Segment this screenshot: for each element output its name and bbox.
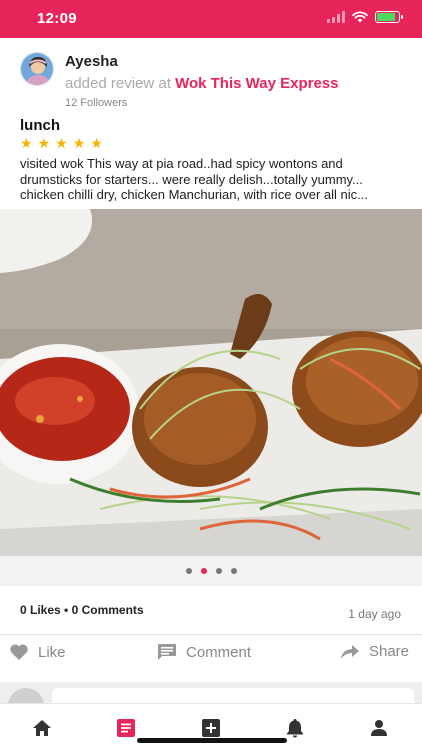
share-icon [340, 644, 359, 659]
tab-feed[interactable] [112, 714, 140, 742]
divider [0, 634, 422, 635]
star-icon: ★ [20, 135, 33, 151]
status-time: 12:09 [37, 10, 77, 27]
follower-count: 12 Followers [65, 97, 128, 109]
share-button[interactable]: Share [340, 643, 409, 660]
review-title: lunch [20, 117, 60, 134]
restaurant-link[interactable]: Wok This Way Express [175, 75, 338, 92]
home-icon [33, 720, 51, 736]
star-icon: ★ [55, 135, 68, 151]
wifi-icon [352, 11, 368, 23]
post-timestamp: 1 day ago [348, 607, 401, 621]
review-photo[interactable] [0, 209, 422, 556]
comment-button[interactable]: Comment [157, 643, 251, 661]
review-text[interactable]: visited wok This way at pia road..had sp… [20, 156, 405, 203]
bell-icon [287, 719, 303, 738]
tab-profile[interactable] [365, 714, 393, 742]
battery-icon [375, 11, 403, 23]
signal-icon [327, 11, 345, 23]
add-icon [202, 719, 220, 737]
star-icon: ★ [37, 135, 51, 151]
feed-icon [117, 719, 135, 737]
rating-stars: ★ ★ ★ ★ ★ [20, 135, 103, 152]
tab-home[interactable] [28, 714, 56, 742]
star-icon: ★ [72, 135, 86, 151]
like-label: Like [38, 643, 66, 661]
review-action-line: added review at Wok This Way Express [65, 75, 338, 92]
carousel-dot[interactable] [185, 568, 192, 574]
post-actions: Like Comment Share [0, 636, 422, 676]
star-icon: ★ [90, 135, 103, 151]
like-button[interactable]: Like [9, 643, 66, 661]
status-icons [327, 11, 403, 23]
comment-icon [158, 644, 176, 660]
action-text: added review at [65, 75, 171, 92]
author-avatar[interactable] [20, 52, 54, 86]
stats-separator: • [60, 603, 72, 617]
author-name[interactable]: Ayesha [65, 53, 118, 70]
heart-icon [10, 644, 28, 660]
post-stats[interactable]: 0 Likes • 0 Comments [20, 603, 144, 617]
carousel-dots[interactable] [0, 556, 422, 586]
comment-label: Comment [186, 643, 252, 661]
profile-icon [371, 720, 387, 736]
share-label: Share [368, 643, 409, 660]
home-indicator [137, 738, 287, 743]
carousel-dot[interactable] [215, 568, 222, 574]
likes-count[interactable]: 0 Likes [20, 603, 61, 617]
carousel-dot[interactable] [200, 568, 207, 574]
status-bar: 12:09 [0, 0, 422, 38]
comments-count[interactable]: 0 Comments [72, 603, 144, 617]
carousel-dot[interactable] [230, 568, 237, 574]
